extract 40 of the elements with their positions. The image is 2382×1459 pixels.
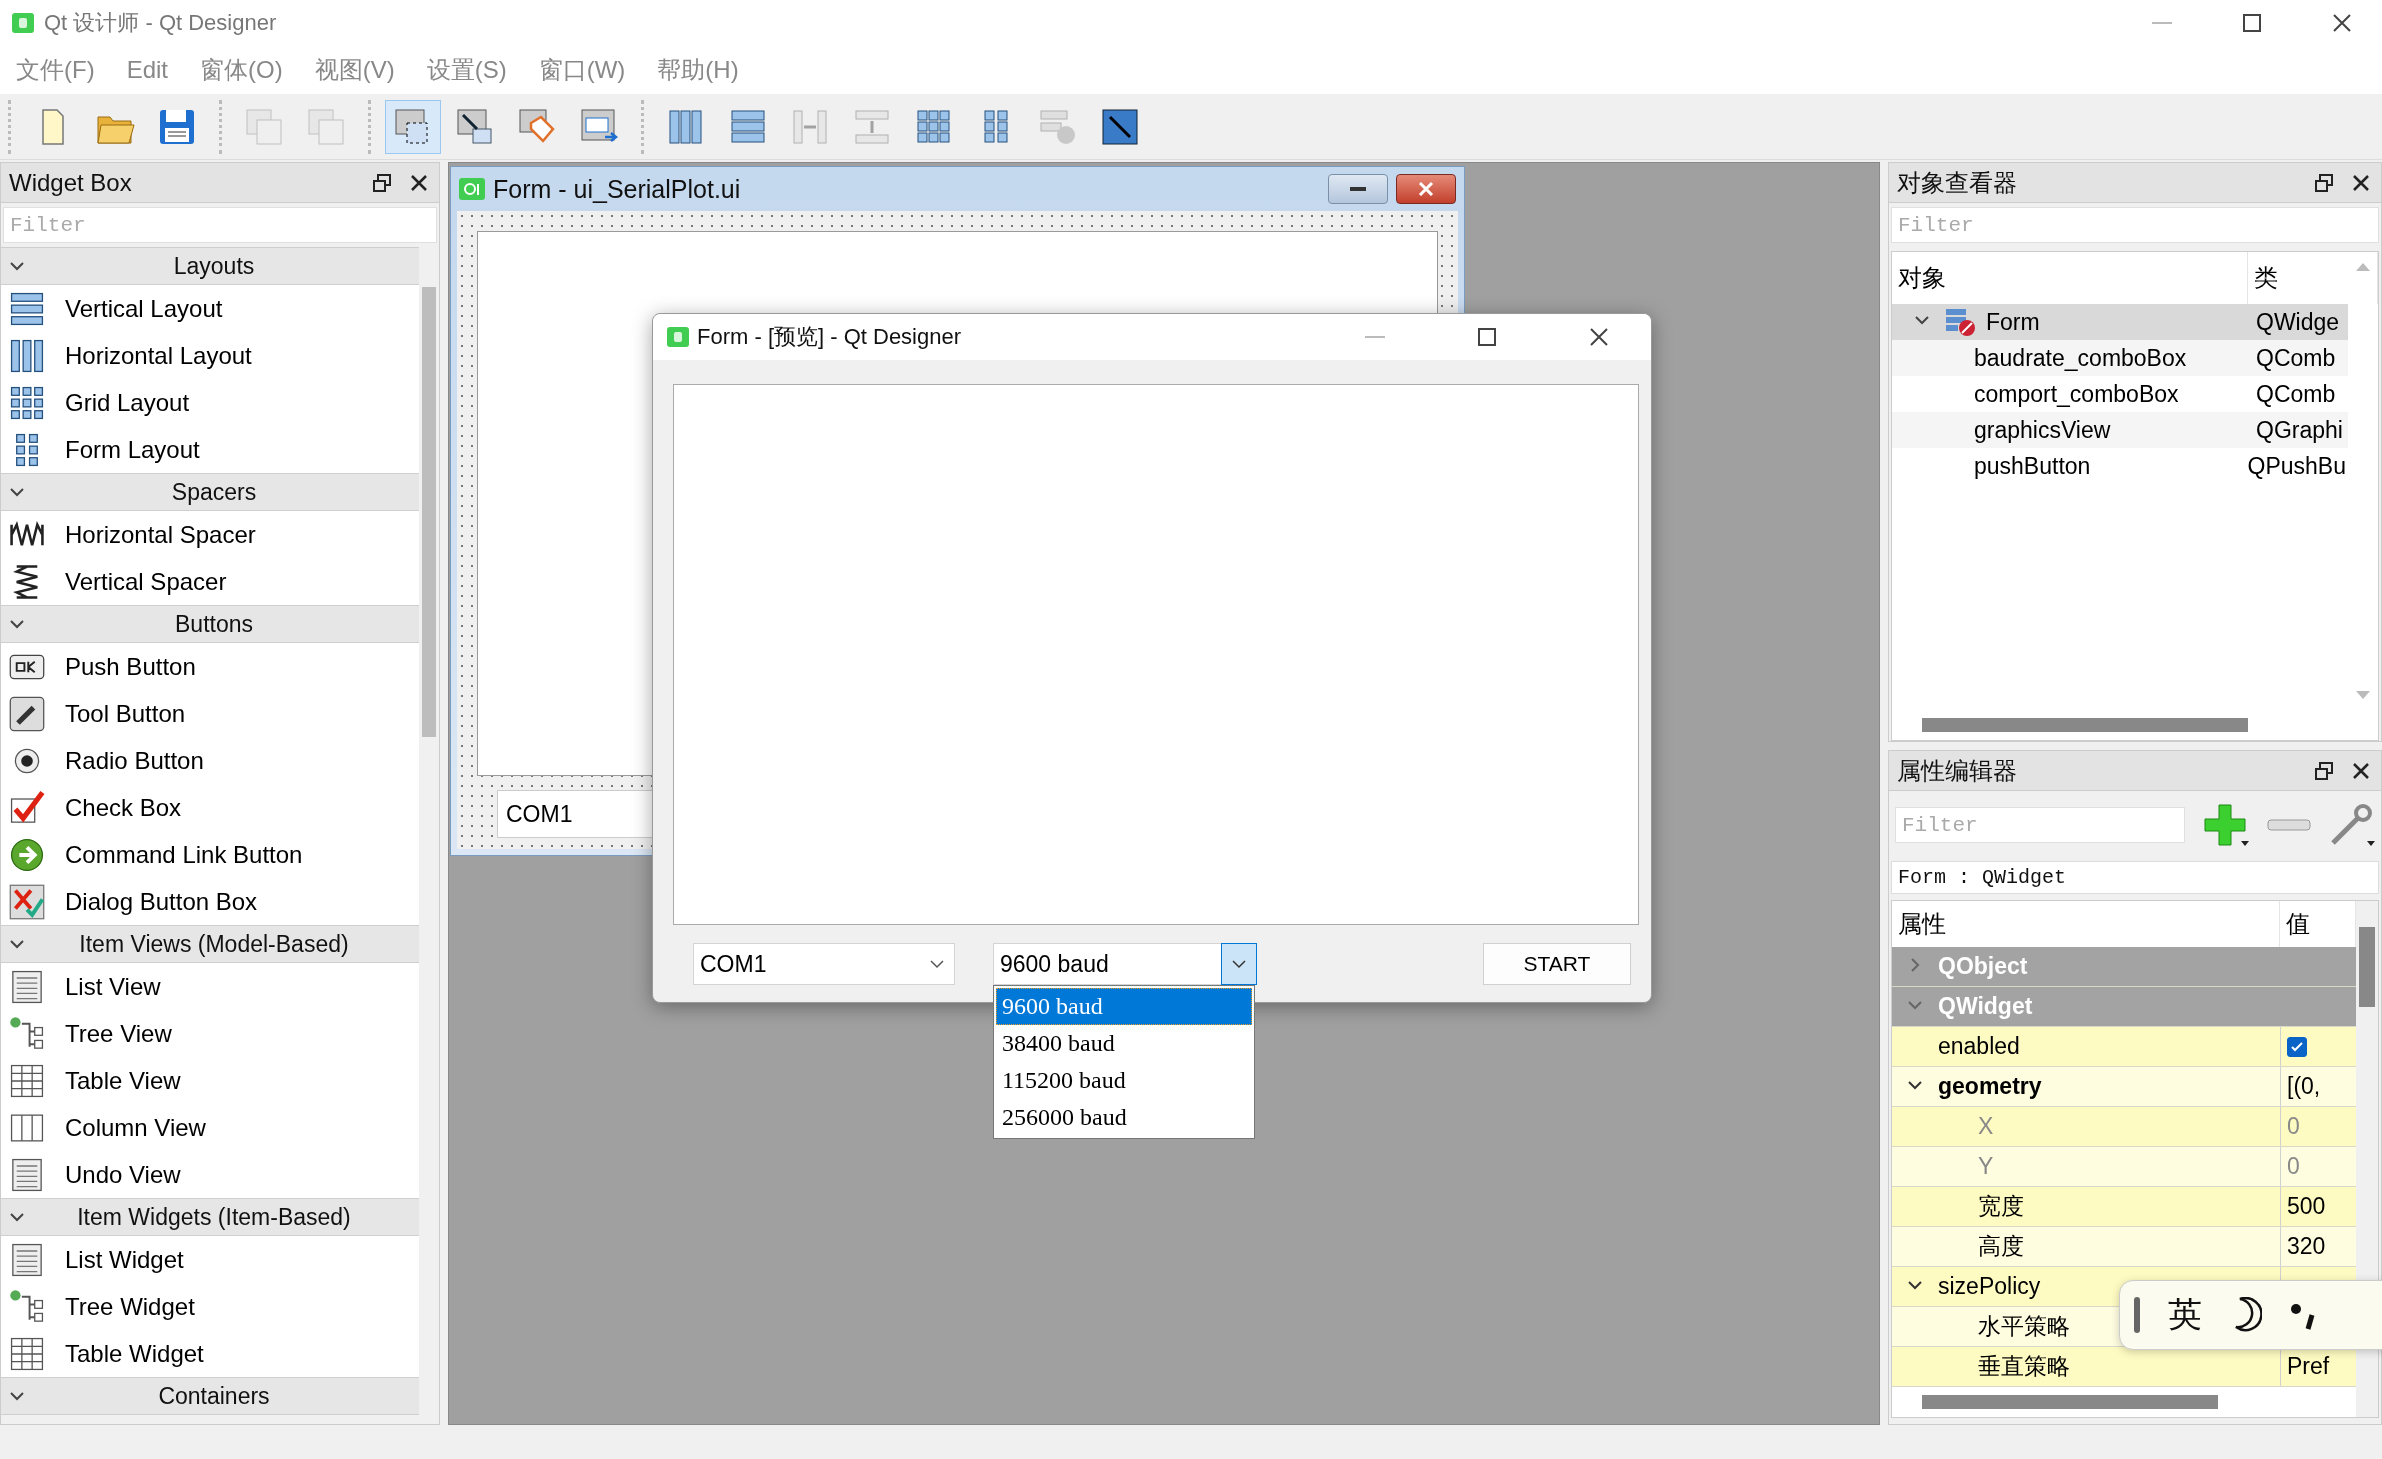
property-name: geometry [1938,1073,2042,1100]
property-value: [(0, [2287,1073,2321,1100]
property-name: enabled [1938,1033,2020,1060]
object-name: baudrate_comboBox [1974,344,2188,372]
object-class: QGraphi [2256,416,2344,444]
property-name: Y [1978,1153,1994,1180]
category-label: Layouts [172,252,256,280]
panel-title: 属性编辑器 [1897,755,2018,786]
category-label: Item Widgets (Item-Based) [76,1203,352,1231]
property-value: Pref [2287,1353,2330,1380]
property-name: QObject [1938,953,2028,980]
property-value: 320 [2287,1233,2326,1260]
property-name: 高度 [1978,1232,2024,1261]
property-name: X [1978,1113,1994,1140]
property-value: 0 [2287,1153,2300,1180]
property-value: 0 [2287,1113,2300,1140]
panel-title: Widget Box [9,168,133,197]
category-label: Containers [157,1382,271,1410]
property-name: sizePolicy [1938,1273,2041,1300]
property-name: 宽度 [1978,1192,2024,1221]
property-value: 500 [2287,1193,2326,1220]
window-title: Form - ui_SerialPlot.ui [493,174,742,204]
object-class: QComb [2256,344,2337,372]
object-class-label: Form : QWidget [1891,861,2379,894]
object-class: QPushBu [2247,452,2347,480]
object-name: pushButton [1974,452,2092,480]
object-name: graphicsView [1974,416,2112,444]
object-class: QWidge [2256,308,2341,336]
object-name: comport_comboBox [1974,380,2180,408]
category-label: Buttons [174,610,254,638]
panel-title: 对象查看器 [1897,167,2018,198]
property-name: 垂直策略 [1978,1352,2070,1381]
window-title: Form - [预览] - Qt Designer [697,323,963,351]
object-name: Form [1986,308,2041,336]
category-label: Spacers [170,478,258,506]
window-title: Qt 设计师 - Qt Designer [44,9,278,37]
property-name: 水平策略 [1978,1312,2070,1341]
property-name: QWidget [1938,993,2033,1020]
object-class: QComb [2256,380,2337,408]
category-label: Item Views (Model-Based) [78,930,350,958]
